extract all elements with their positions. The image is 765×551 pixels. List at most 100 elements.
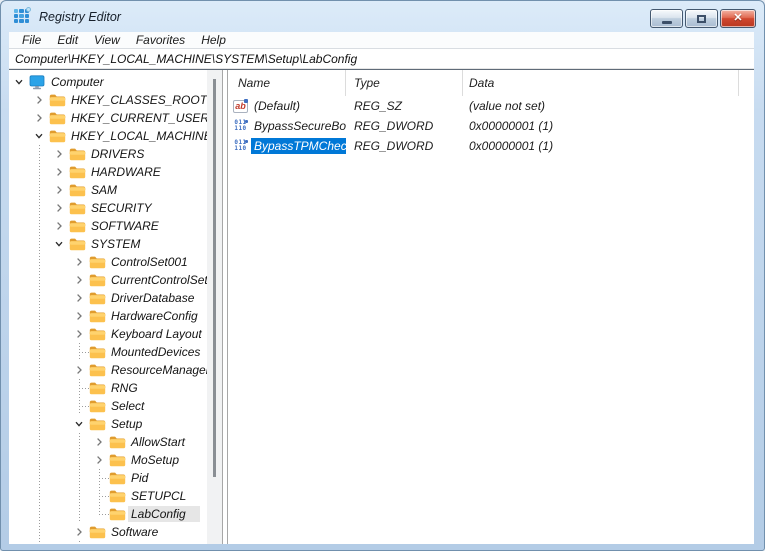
tree-scrollbar[interactable] xyxy=(207,70,222,544)
tree-guide xyxy=(29,235,49,253)
chevron-right-icon[interactable] xyxy=(49,217,69,235)
tree-item-label[interactable]: AllowStart xyxy=(128,434,189,450)
value-name-label[interactable]: BypassTPMCheck xyxy=(251,138,346,154)
menu-edit[interactable]: Edit xyxy=(49,32,86,48)
tree-item-label[interactable]: DriverDatabase xyxy=(108,290,198,306)
tree-item-system[interactable]: SYSTEM xyxy=(9,235,207,253)
tree-item-setup[interactable]: Setup xyxy=(9,415,207,433)
chevron-down-icon[interactable] xyxy=(49,235,69,253)
column-header-type[interactable]: Type xyxy=(346,70,463,96)
minimize-button[interactable] xyxy=(650,9,683,28)
column-header-name[interactable]: Name xyxy=(228,70,346,96)
address-bar[interactable]: Computer\HKEY_LOCAL_MACHINE\SYSTEM\Setup… xyxy=(9,48,754,69)
value-row-bypasstpmcheck[interactable]: 011 110 BypassTPMCheck REG_DWORD 0x00000001 … xyxy=(228,136,754,156)
chevron-right-icon[interactable] xyxy=(69,253,89,271)
tree-item-mosetup[interactable]: MoSetup xyxy=(9,451,207,469)
tree-item-keyboard-layout[interactable]: Keyboard Layout xyxy=(9,325,207,343)
tree-item-label[interactable]: MountedDevices xyxy=(108,344,204,360)
tree-item-label[interactable]: Pid xyxy=(128,470,152,486)
value-row-default[interactable]: ab (Default) REG_SZ (value not set) xyxy=(228,96,754,116)
tree-item-security[interactable]: SECURITY xyxy=(9,199,207,217)
chevron-down-icon[interactable] xyxy=(69,415,89,433)
menu-favorites[interactable]: Favorites xyxy=(128,32,193,48)
value-row-bypasssecureboot[interactable]: 011 110 BypassSecureBoot REG_DWORD 0x0000000… xyxy=(228,116,754,136)
tree-item-driverdatabase[interactable]: DriverDatabase xyxy=(9,289,207,307)
tree-item-label[interactable]: LabConfig xyxy=(128,506,200,522)
maximize-button[interactable] xyxy=(685,9,718,28)
chevron-right-icon[interactable] xyxy=(49,199,69,217)
tree-item-allowstart[interactable]: AllowStart xyxy=(9,433,207,451)
tree-item-label[interactable]: HardwareConfig xyxy=(108,308,202,324)
tree-item-label[interactable]: SAM xyxy=(88,182,121,198)
value-name-label[interactable]: BypassSecureBoot xyxy=(251,118,346,134)
tree-item-label[interactable]: Software xyxy=(108,524,162,540)
tree-item-label[interactable]: DRIVERS xyxy=(88,146,148,162)
tree-item-label[interactable]: Setup xyxy=(108,416,146,432)
tree-item-hardware[interactable]: HARDWARE xyxy=(9,163,207,181)
tree-item-label[interactable]: SETUPCL xyxy=(128,488,190,504)
menu-file[interactable]: File xyxy=(14,32,49,48)
tree-item-label[interactable]: RNG xyxy=(108,380,142,396)
tree-item-rng[interactable]: RNG xyxy=(9,379,207,397)
tree-item-label[interactable]: Keyboard Layout xyxy=(108,326,206,342)
tree-item-currentcontrolset[interactable]: CurrentControlSet xyxy=(9,271,207,289)
tree-item-setupcl[interactable]: SETUPCL xyxy=(9,487,207,505)
value-name-cell[interactable]: 011 110 BypassSecureBoot xyxy=(228,118,346,134)
tree-item-drivers[interactable]: DRIVERS xyxy=(9,145,207,163)
chevron-right-icon[interactable] xyxy=(49,145,69,163)
tree-item-computer[interactable]: Computer xyxy=(9,73,207,91)
chevron-right-icon[interactable] xyxy=(69,307,89,325)
tree-item-label[interactable]: WPA xyxy=(108,542,141,544)
tree-item-wpa[interactable]: WPA xyxy=(9,541,207,544)
tree-item-label[interactable]: HARDWARE xyxy=(88,164,165,180)
value-name-cell[interactable]: ab (Default) xyxy=(228,98,346,114)
tree-item-hkey-local-machine[interactable]: HKEY_LOCAL_MACHINE xyxy=(9,127,207,145)
chevron-right-icon[interactable] xyxy=(89,433,109,451)
tree-item-label[interactable]: HKEY_LOCAL_MACHINE xyxy=(68,128,207,144)
tree-item-label[interactable]: CurrentControlSet xyxy=(108,272,207,288)
tree-item-resourcemanager[interactable]: ResourceManager xyxy=(9,361,207,379)
chevron-right-icon[interactable] xyxy=(69,361,89,379)
tree-item-label[interactable]: SECURITY xyxy=(88,200,156,216)
tree-item-hkey-current-user[interactable]: HKEY_CURRENT_USER xyxy=(9,109,207,127)
tree-item-sam[interactable]: SAM xyxy=(9,181,207,199)
tree-item-label[interactable]: MoSetup xyxy=(128,452,183,468)
chevron-down-icon[interactable] xyxy=(29,127,49,145)
tree-item-pid[interactable]: Pid xyxy=(9,469,207,487)
address-path[interactable]: Computer\HKEY_LOCAL_MACHINE\SYSTEM\Setup… xyxy=(9,52,357,66)
tree-item-label[interactable]: ResourceManager xyxy=(108,362,207,378)
chevron-right-icon[interactable] xyxy=(49,163,69,181)
chevron-right-icon[interactable] xyxy=(29,109,49,127)
tree-item-label[interactable]: SYSTEM xyxy=(88,236,144,252)
column-header-data[interactable]: Data xyxy=(463,70,739,96)
tree-item-software[interactable]: SOFTWARE xyxy=(9,217,207,235)
menu-view[interactable]: View xyxy=(86,32,128,48)
tree-item-label[interactable]: Select xyxy=(108,398,148,414)
chevron-down-icon[interactable] xyxy=(9,73,29,91)
tree-item-labconfig[interactable]: LabConfig xyxy=(9,505,207,523)
tree-item-label[interactable]: HKEY_CURRENT_USER xyxy=(68,110,207,126)
tree-item-software[interactable]: Software xyxy=(9,523,207,541)
tree-item-label[interactable]: Computer xyxy=(48,74,108,90)
chevron-right-icon[interactable] xyxy=(69,271,89,289)
menu-help[interactable]: Help xyxy=(193,32,234,48)
tree-item-label[interactable]: SOFTWARE xyxy=(88,218,163,234)
tree-item-hardwareconfig[interactable]: HardwareConfig xyxy=(9,307,207,325)
value-name-label[interactable]: (Default) xyxy=(251,98,303,114)
tree-item-select[interactable]: Select xyxy=(9,397,207,415)
value-name-cell[interactable]: 011 110 BypassTPMCheck xyxy=(228,138,346,154)
chevron-right-icon[interactable] xyxy=(89,451,109,469)
chevron-right-icon[interactable] xyxy=(69,325,89,343)
chevron-right-icon[interactable] xyxy=(69,289,89,307)
close-button[interactable]: ✕ xyxy=(720,9,756,28)
chevron-right-icon[interactable] xyxy=(29,91,49,109)
tree-item-controlset001[interactable]: ControlSet001 xyxy=(9,253,207,271)
chevron-right-icon[interactable] xyxy=(69,523,89,541)
tree-item-label[interactable]: ControlSet001 xyxy=(108,254,192,270)
tree-item-hkey-classes-root[interactable]: HKEY_CLASSES_ROOT xyxy=(9,91,207,109)
tree-item-mounteddevices[interactable]: MountedDevices xyxy=(9,343,207,361)
tree-item-label[interactable]: HKEY_CLASSES_ROOT xyxy=(68,92,207,108)
chevron-right-icon[interactable] xyxy=(49,181,69,199)
tree-scrollbar-thumb[interactable] xyxy=(213,79,216,477)
tree-guide xyxy=(9,199,29,217)
